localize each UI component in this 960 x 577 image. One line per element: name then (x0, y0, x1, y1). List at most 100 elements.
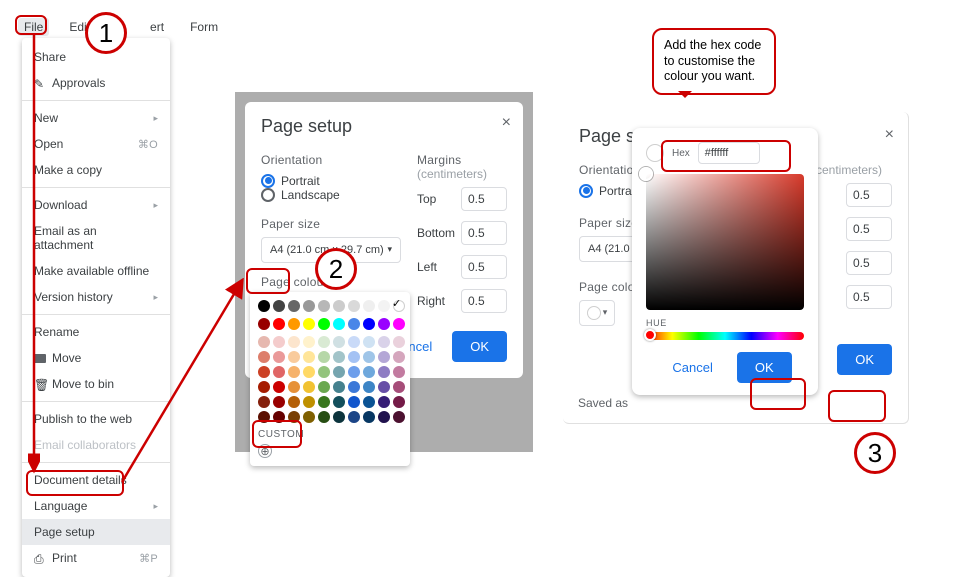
colour-swatch[interactable] (258, 381, 270, 393)
colour-swatch[interactable] (318, 411, 330, 423)
colour-swatch[interactable] (303, 396, 315, 408)
radio-landscape[interactable]: Landscape (261, 188, 340, 202)
colour-swatch[interactable] (393, 411, 405, 423)
colour-swatch[interactable] (333, 318, 345, 330)
colour-swatch[interactable] (348, 336, 360, 348)
saturation-lightness-box[interactable] (646, 174, 804, 310)
colour-swatch[interactable] (318, 396, 330, 408)
colour-swatch[interactable] (258, 366, 270, 378)
colour-swatch[interactable] (288, 381, 300, 393)
colour-swatch[interactable] (318, 351, 330, 363)
colour-swatch[interactable] (288, 396, 300, 408)
menu-item-new[interactable]: New▸ (22, 105, 170, 131)
colour-swatch[interactable] (363, 366, 375, 378)
colour-swatch[interactable] (288, 366, 300, 378)
margin-input[interactable]: 0.5 (846, 183, 892, 207)
colour-swatch[interactable] (288, 318, 300, 330)
colour-swatch[interactable] (333, 381, 345, 393)
colour-swatch[interactable] (393, 366, 405, 378)
colour-swatch[interactable] (258, 300, 270, 312)
colour-swatch[interactable] (333, 411, 345, 423)
colour-swatch[interactable] (273, 381, 285, 393)
colour-swatch[interactable] (303, 300, 315, 312)
margin-right-input[interactable]: 0.5 (461, 289, 507, 313)
page-colour-button[interactable]: ▾ (579, 300, 615, 326)
colour-swatch[interactable] (378, 366, 390, 378)
colour-swatch[interactable] (348, 396, 360, 408)
colour-swatch[interactable] (348, 300, 360, 312)
margin-top-input[interactable]: 0.5 (461, 187, 507, 211)
margin-left-input[interactable]: 0.5 (461, 255, 507, 279)
margin-input[interactable]: 0.5 (846, 217, 892, 241)
colour-swatch[interactable] (348, 366, 360, 378)
colour-swatch[interactable] (363, 411, 375, 423)
colour-swatch[interactable] (258, 396, 270, 408)
margin-input[interactable]: 0.5 (846, 285, 892, 309)
menu-item-make-copy[interactable]: Make a copy (22, 157, 170, 183)
colour-swatch[interactable] (393, 318, 405, 330)
radio-portrait[interactable]: Portrait (261, 174, 320, 188)
menu-form[interactable]: Form (184, 18, 224, 36)
colour-swatch[interactable] (363, 336, 375, 348)
colour-swatch[interactable] (273, 318, 285, 330)
colour-swatch[interactable] (258, 318, 270, 330)
sl-picker-handle[interactable] (639, 167, 653, 181)
menu-item-download[interactable]: Download▸ (22, 192, 170, 218)
colour-swatch[interactable] (318, 381, 330, 393)
close-icon[interactable]: × (885, 126, 894, 144)
colour-swatch[interactable] (333, 366, 345, 378)
menu-item-language[interactable]: Language▸ (22, 493, 170, 519)
colour-swatch[interactable] (348, 318, 360, 330)
colour-swatch[interactable] (333, 351, 345, 363)
colour-swatch[interactable] (348, 411, 360, 423)
colour-swatch[interactable] (303, 411, 315, 423)
menu-insert-fragment[interactable]: ert (144, 18, 170, 36)
colour-swatch[interactable] (318, 318, 330, 330)
colour-swatch[interactable] (288, 351, 300, 363)
colour-swatch[interactable] (363, 351, 375, 363)
colour-swatch[interactable] (273, 351, 285, 363)
colour-swatch[interactable] (333, 300, 345, 312)
colour-swatch[interactable] (303, 318, 315, 330)
colour-swatch[interactable] (348, 351, 360, 363)
colour-swatch[interactable] (318, 300, 330, 312)
colour-swatch[interactable] (348, 381, 360, 393)
margin-bottom-input[interactable]: 0.5 (461, 221, 507, 245)
picker-cancel-button[interactable]: Cancel (658, 352, 726, 383)
hue-thumb[interactable] (644, 329, 656, 341)
radio-portrait[interactable]: Portrait (579, 184, 638, 198)
colour-swatch[interactable] (363, 300, 375, 312)
colour-swatch[interactable] (333, 336, 345, 348)
colour-swatch[interactable] (378, 351, 390, 363)
colour-swatch[interactable] (378, 396, 390, 408)
menu-item-approvals[interactable]: ✎Approvals (22, 70, 170, 96)
close-icon[interactable]: × (502, 114, 511, 132)
hue-slider[interactable] (646, 332, 804, 340)
dialog-ok-button[interactable]: OK (837, 344, 892, 375)
colour-swatch[interactable] (258, 351, 270, 363)
colour-swatch[interactable] (378, 336, 390, 348)
colour-swatch[interactable] (303, 336, 315, 348)
colour-swatch[interactable] (378, 411, 390, 423)
colour-swatch[interactable] (363, 381, 375, 393)
menu-item-page-setup[interactable]: Page setup (22, 519, 170, 545)
colour-swatch[interactable] (378, 318, 390, 330)
colour-swatch[interactable] (273, 366, 285, 378)
colour-swatch[interactable] (273, 336, 285, 348)
colour-swatch[interactable] (273, 300, 285, 312)
colour-swatch[interactable] (333, 396, 345, 408)
margin-input[interactable]: 0.5 (846, 251, 892, 275)
colour-swatch[interactable] (393, 396, 405, 408)
colour-swatch[interactable] (393, 351, 405, 363)
colour-swatch[interactable] (303, 366, 315, 378)
colour-swatch[interactable] (288, 336, 300, 348)
colour-swatch[interactable] (303, 351, 315, 363)
colour-swatch[interactable] (378, 300, 390, 312)
colour-swatch[interactable] (288, 300, 300, 312)
menu-item-print[interactable]: ⎙Print⌘P (22, 545, 170, 571)
colour-swatch[interactable] (393, 381, 405, 393)
colour-swatch[interactable] (258, 336, 270, 348)
ok-button[interactable]: OK (452, 331, 507, 362)
menu-item-open[interactable]: Open⌘O (22, 131, 170, 157)
colour-swatch[interactable] (363, 318, 375, 330)
